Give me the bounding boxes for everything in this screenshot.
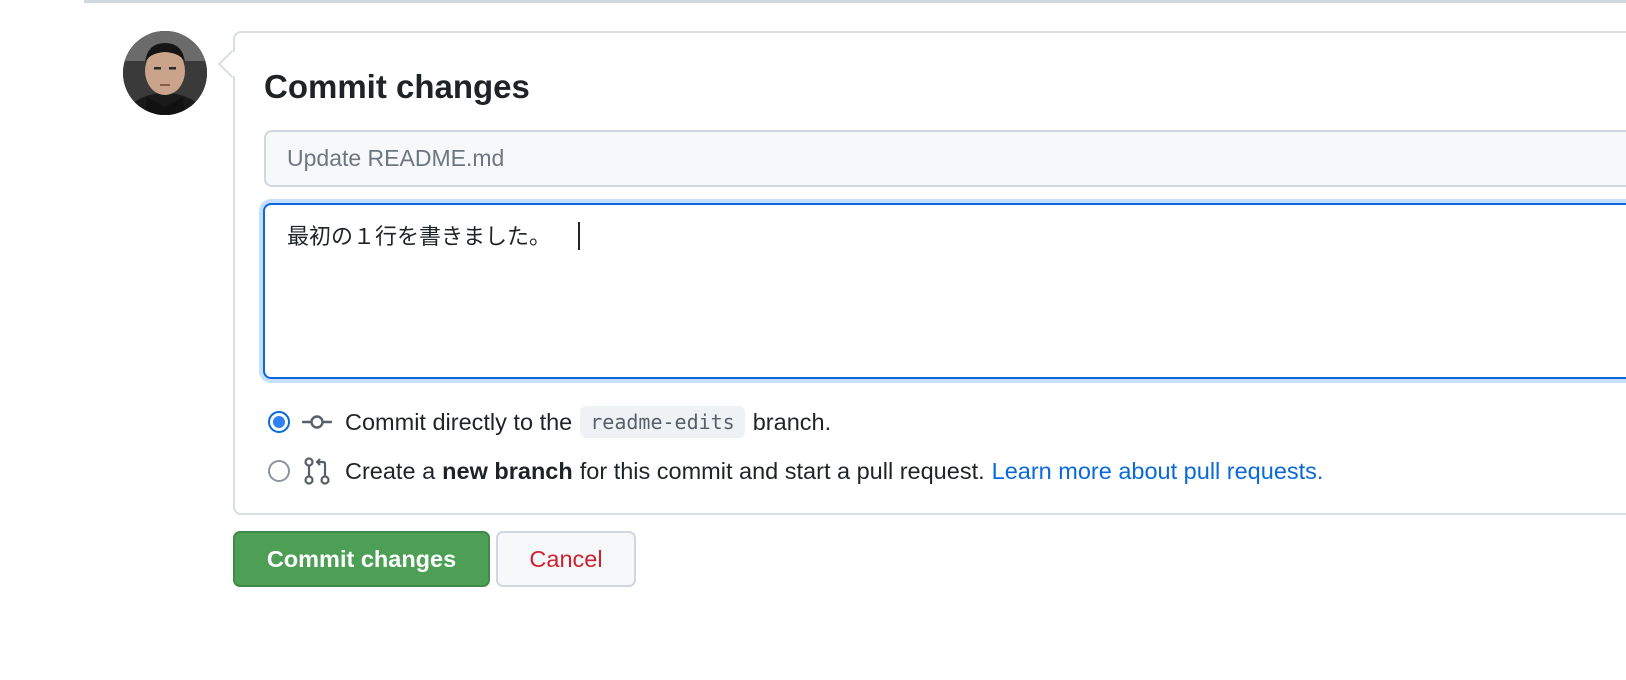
- top-divider: [84, 0, 1626, 3]
- learn-more-pull-requests-link[interactable]: Learn more about pull requests.: [992, 458, 1324, 485]
- new-branch-text-before: Create a: [345, 457, 436, 484]
- commit-direct-suffix: branch.: [752, 408, 832, 435]
- page-title: Commit changes: [264, 68, 530, 105]
- commit-direct-option[interactable]: Commit directly to the readme-edits bran…: [268, 404, 831, 440]
- new-branch-text-after: for this commit and start a pull request…: [579, 457, 985, 484]
- new-branch-option[interactable]: Create a new branch for this commit and …: [268, 453, 1323, 489]
- commit-changes-button[interactable]: Commit changes: [233, 531, 490, 587]
- new-branch-bold: new branch: [442, 457, 573, 484]
- commit-summary-input[interactable]: [264, 130, 1626, 187]
- text-caret: [578, 222, 580, 250]
- avatar-image: [123, 31, 207, 115]
- commit-description-textarea[interactable]: 最初の１行を書きました。: [263, 203, 1626, 379]
- cancel-button[interactable]: Cancel: [496, 531, 636, 587]
- git-commit-icon: [302, 415, 332, 429]
- commit-direct-radio[interactable]: [268, 411, 290, 433]
- new-branch-radio[interactable]: [268, 460, 290, 482]
- git-pull-request-icon: [304, 457, 330, 485]
- commit-direct-text: Commit directly to the: [345, 408, 573, 435]
- avatar[interactable]: [123, 31, 207, 115]
- branch-name-badge: readme-edits: [580, 406, 745, 438]
